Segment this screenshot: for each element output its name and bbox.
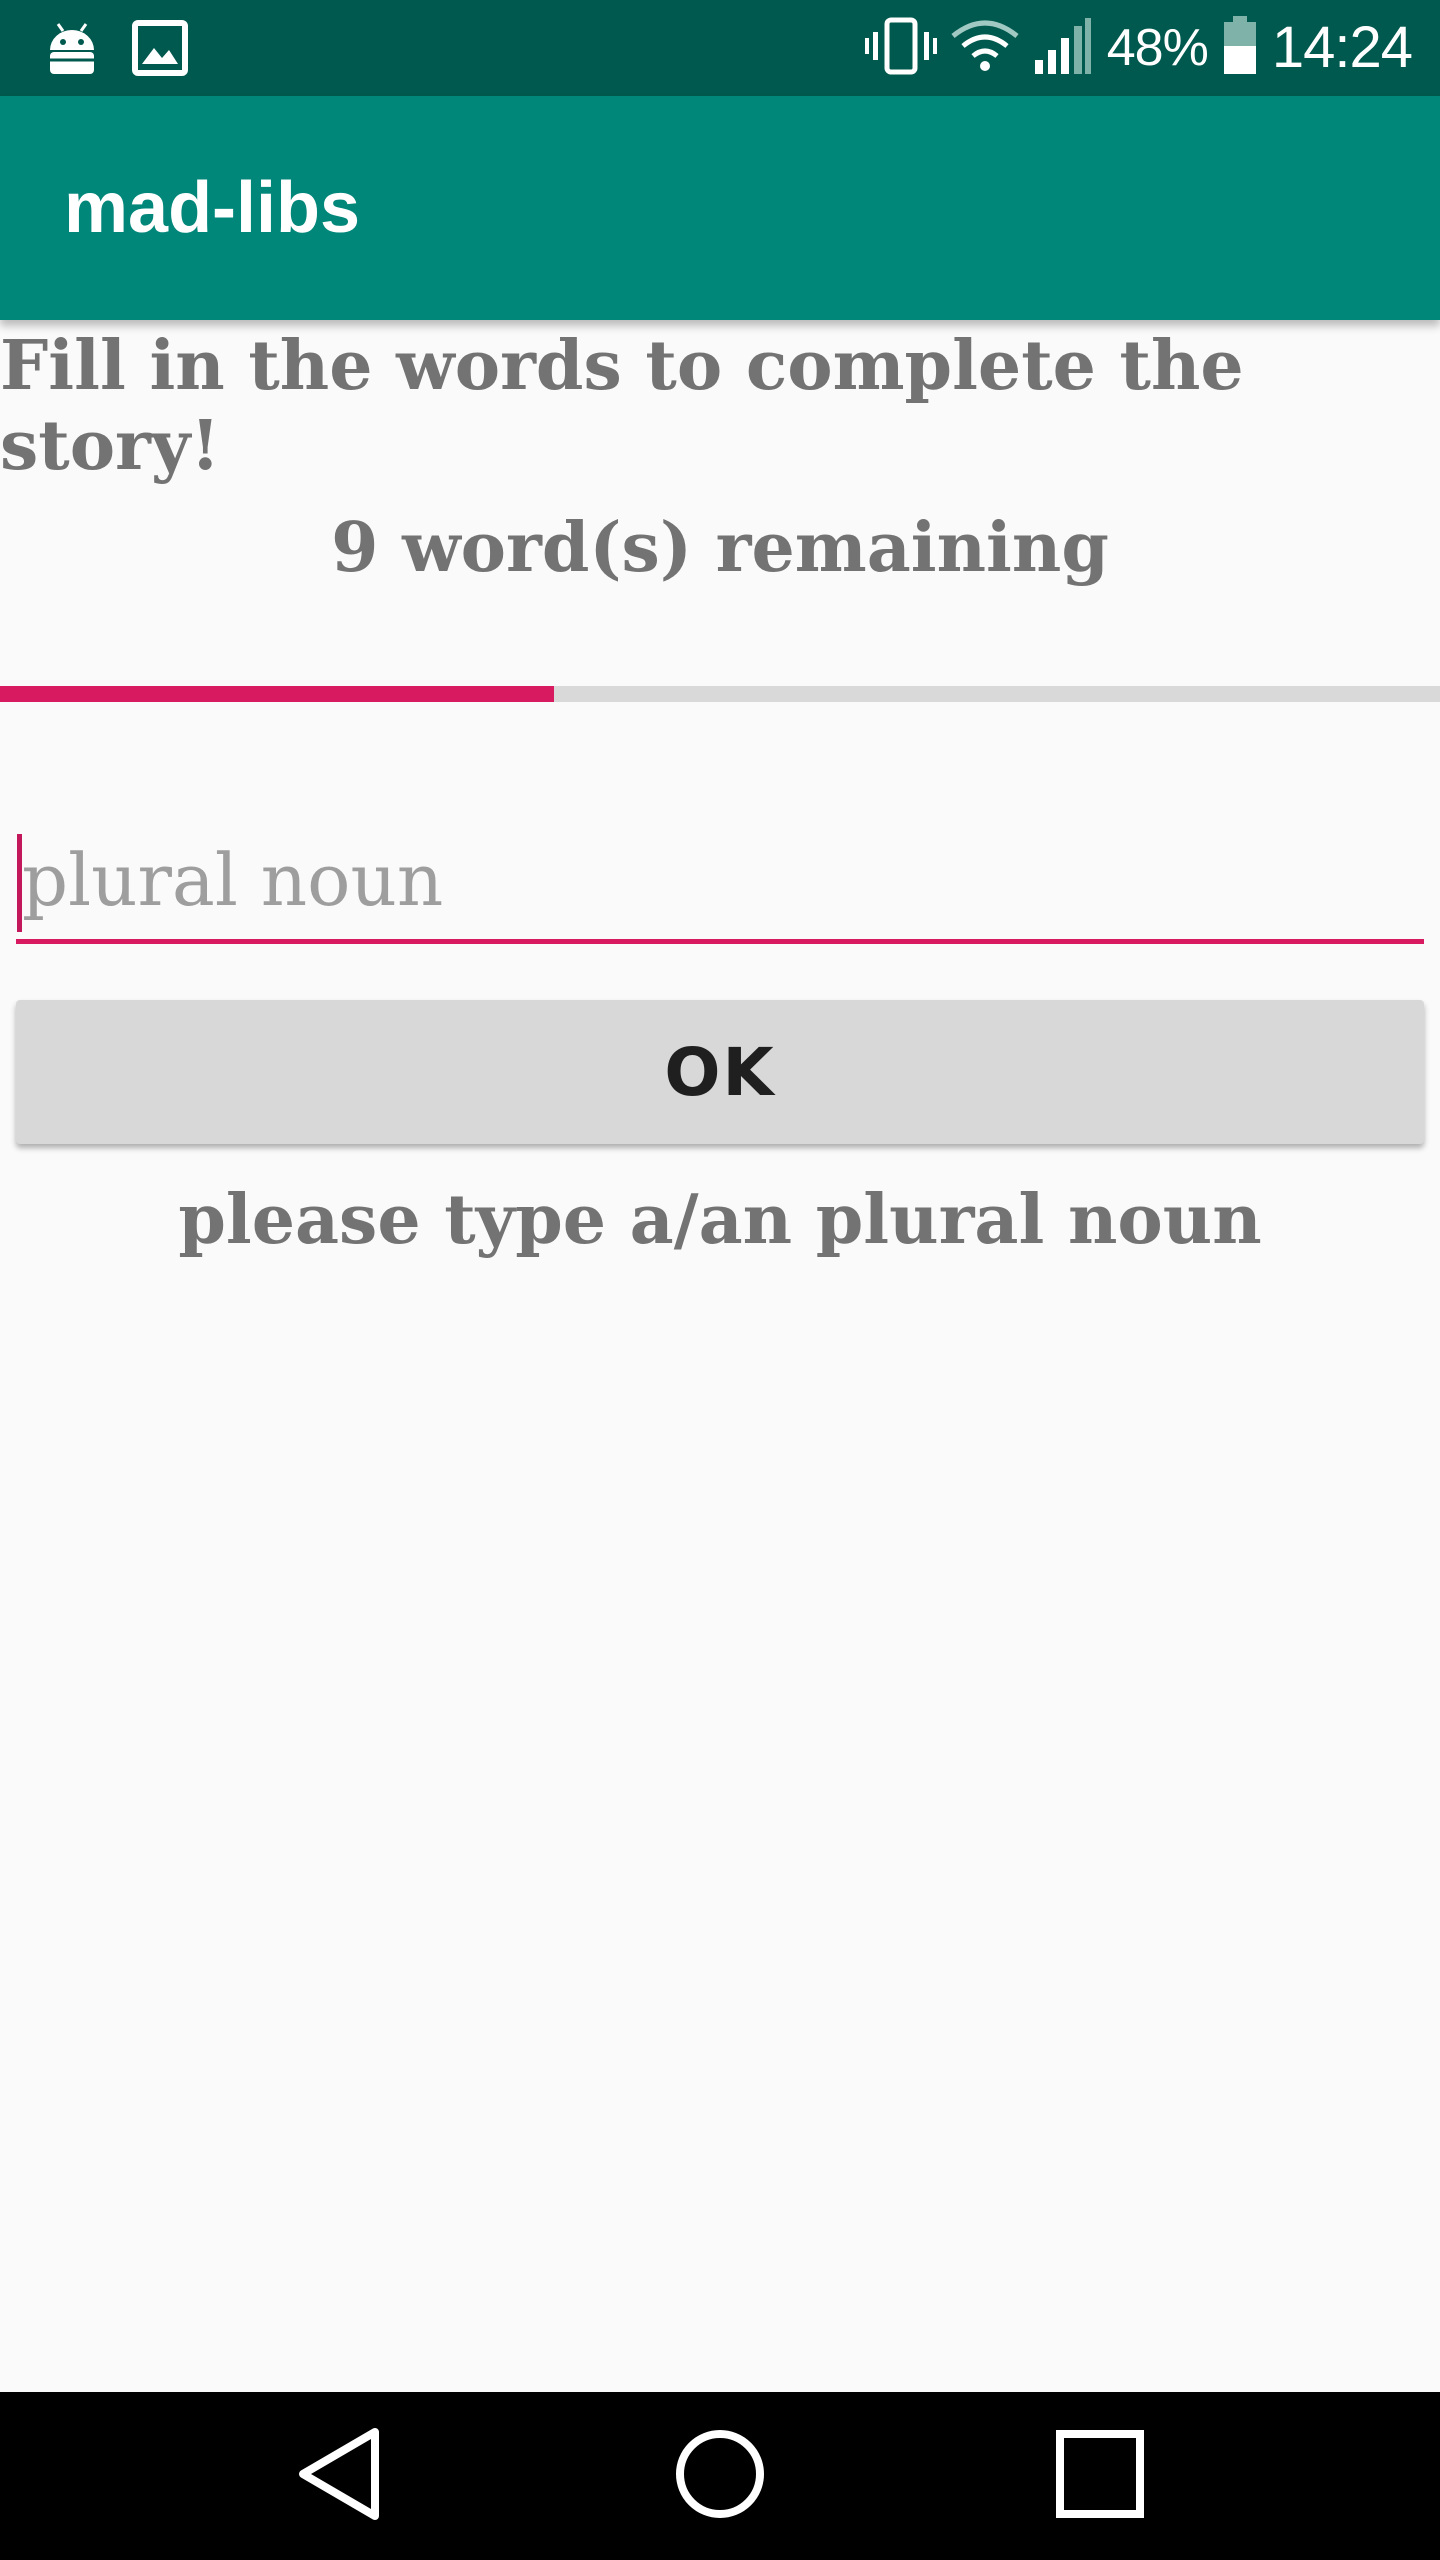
signal-icon: [1033, 16, 1093, 80]
back-icon: [295, 2426, 385, 2526]
battery-percent: 48%: [1106, 19, 1209, 77]
clock: 14:24: [1271, 15, 1413, 80]
progress-bar: [0, 686, 1440, 702]
hint-text: please type a/an plural noun: [178, 1180, 1262, 1260]
ok-button[interactable]: OK: [16, 1000, 1424, 1144]
status-bar: 48% 14:24: [0, 0, 1440, 96]
word-input[interactable]: [16, 820, 1424, 944]
text-cursor: [17, 834, 22, 932]
recents-button[interactable]: [1020, 2392, 1180, 2560]
app-bar: mad-libs: [0, 96, 1440, 320]
app-title: mad-libs: [64, 168, 361, 248]
progress-bar-fill: [0, 686, 555, 702]
recents-icon: [1052, 2426, 1148, 2526]
battery-icon: [1222, 16, 1258, 80]
home-button[interactable]: [640, 2392, 800, 2560]
navigation-bar: [0, 2392, 1440, 2560]
wifi-icon: [951, 18, 1019, 78]
words-remaining-text: 9 word(s) remaining: [331, 508, 1109, 588]
vibrate-icon: [864, 16, 937, 80]
android-debug-icon: [44, 20, 100, 80]
back-button[interactable]: [260, 2392, 420, 2560]
instructions-text: Fill in the words to complete the story!: [0, 326, 1244, 486]
status-bar-right: 48% 14:24: [864, 0, 1413, 96]
home-icon: [672, 2426, 768, 2526]
image-icon: [132, 20, 188, 80]
